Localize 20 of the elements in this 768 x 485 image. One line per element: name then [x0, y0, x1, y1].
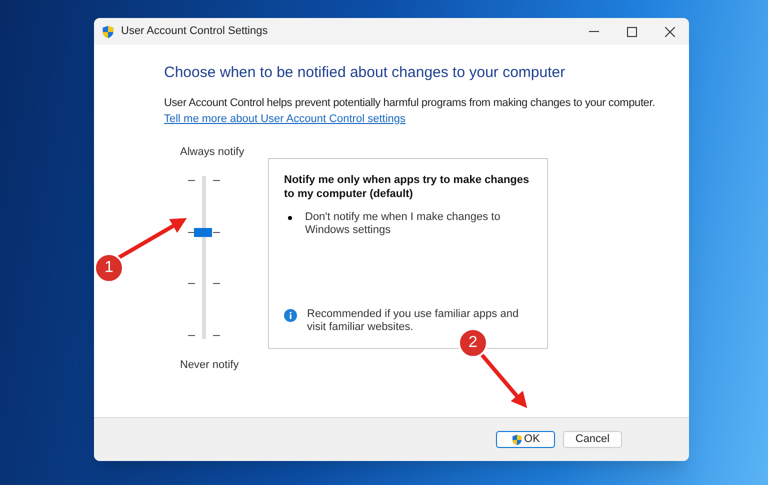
description-text: User Account Control helps prevent potentially harmful programs from making changes to your computer.: [164, 96, 656, 110]
help-link[interactable]: Tell me more about User Account Control settings: [164, 111, 406, 128]
maximize-icon: [627, 26, 637, 36]
window-title: User Account Control Settings: [121, 24, 268, 40]
bullet-icon: [288, 216, 292, 220]
cancel-button[interactable]: Cancel: [563, 431, 622, 448]
slider-thumb[interactable]: [194, 228, 212, 237]
setting-title: Notify me only when apps try to make changes to my computer (default): [284, 172, 530, 200]
ok-button[interactable]: OK: [496, 431, 555, 448]
page-heading: Choose when to be notified about changes to your computer: [164, 63, 566, 83]
minimize-icon: [589, 31, 599, 32]
close-icon: [665, 26, 675, 36]
annotation-arrow: [480, 354, 528, 408]
shield-icon: [511, 434, 524, 446]
bullet-text: Don't notify me when I make changes to Windows settings: [305, 210, 502, 236]
shield-icon: [101, 24, 115, 38]
info-icon: [284, 308, 297, 322]
annotation-arrow: [117, 218, 187, 260]
slider-top-label: Always notify: [180, 144, 244, 160]
slider-bottom-label: Never notify: [180, 358, 239, 373]
